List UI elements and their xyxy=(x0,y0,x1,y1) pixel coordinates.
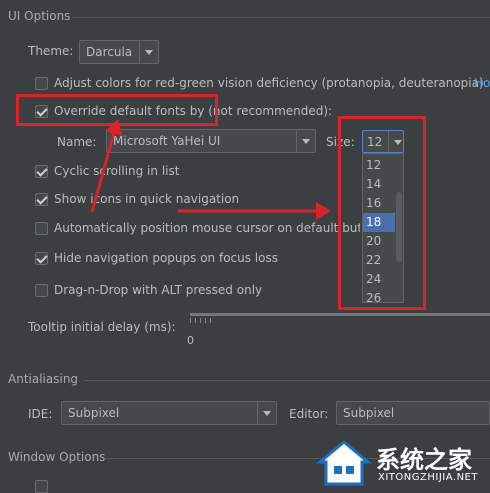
annotation-arrows xyxy=(90,119,331,220)
arrow-up xyxy=(90,119,123,213)
watermark-text-cn: 系统之家 xyxy=(376,446,472,474)
house-logo-icon xyxy=(316,440,372,486)
watermark-url: XITONGZHIJIA.NET xyxy=(378,472,478,483)
watermark: 系统之家 XITONGZHIJIA.NET xyxy=(316,434,490,490)
